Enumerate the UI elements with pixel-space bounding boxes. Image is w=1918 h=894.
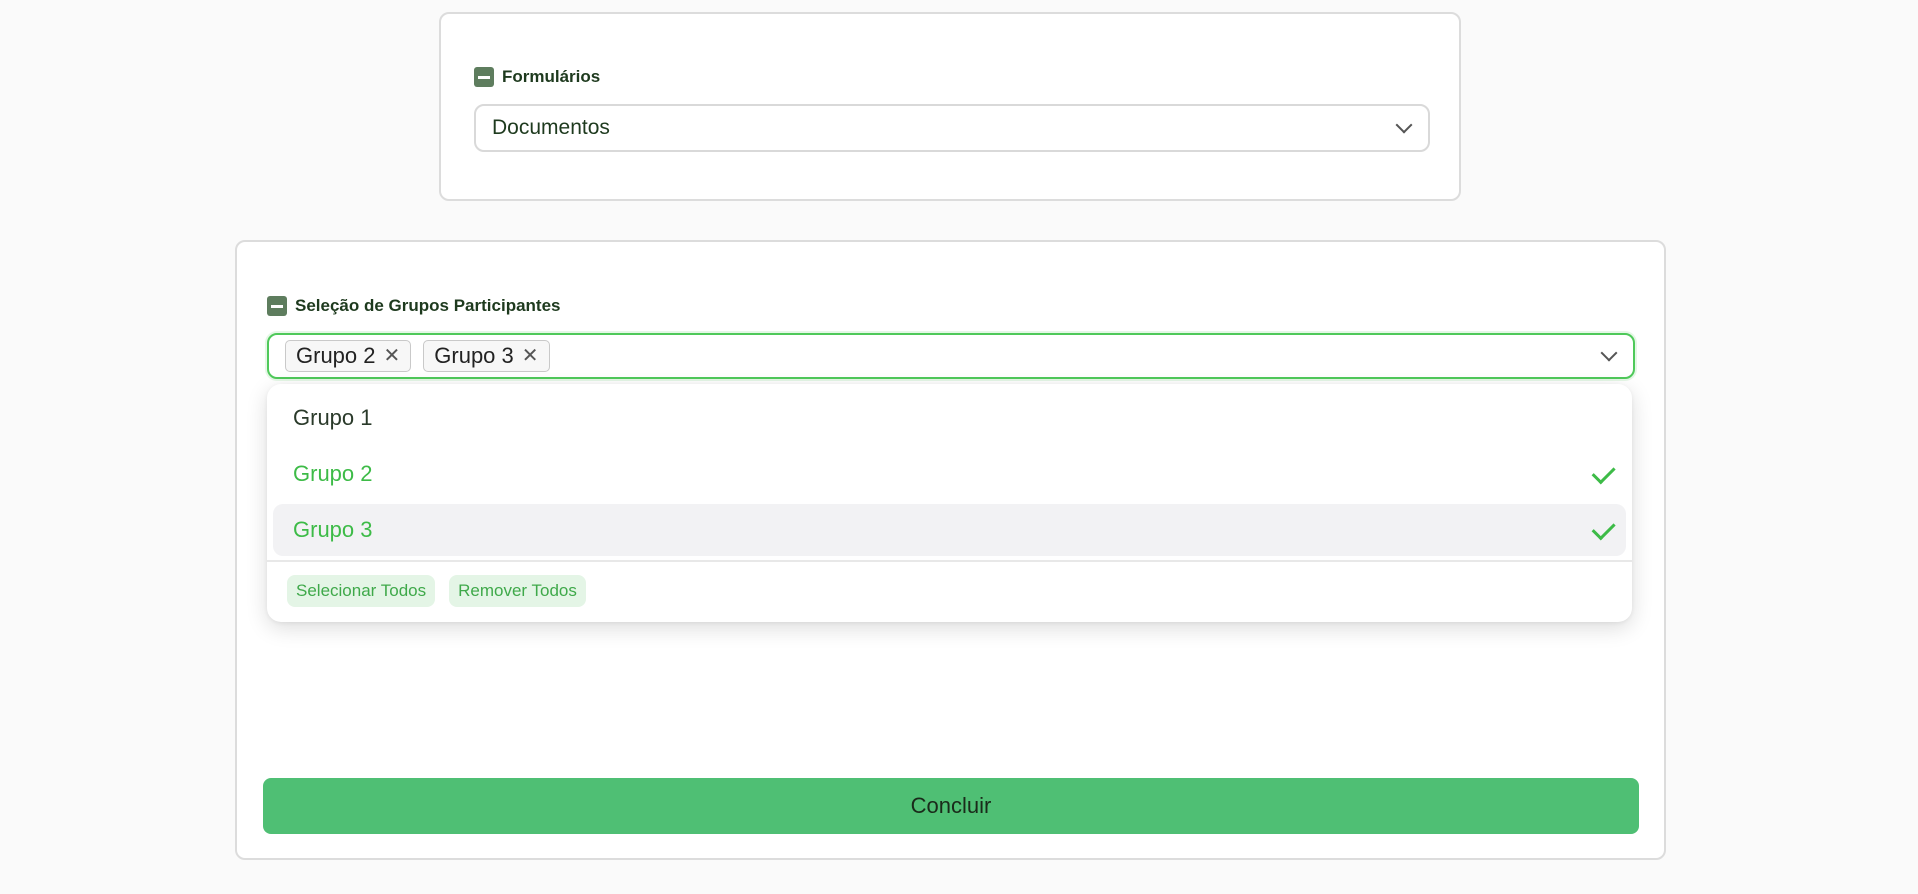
groups-section-header[interactable]: Seleção de Grupos Participantes [267,296,560,316]
select-all-button[interactable]: Selecionar Todos [287,575,436,607]
remove-tag-icon[interactable]: ✕ [522,346,539,366]
chevron-down-icon[interactable] [1600,344,1618,362]
checkmark-icon [1591,515,1616,540]
forms-section-label: Formulários [502,67,601,86]
checkmark-icon [1591,459,1616,484]
forms-card: Formulários Documentos [439,12,1461,201]
dropdown-divider [267,560,1632,562]
chevron-down-icon[interactable] [1395,116,1413,134]
submit-button[interactable]: Concluir [263,778,1639,834]
forms-select[interactable]: Documentos [474,104,1430,152]
remove-all-button[interactable]: Remover Todos [449,575,586,607]
dropdown-actions: Selecionar Todos Remover Todos [287,575,586,607]
option-label: Grupo 1 [293,405,373,430]
dropdown-option[interactable]: Grupo 3 [273,504,1626,556]
collapse-minus-icon[interactable] [474,67,494,87]
option-label: Grupo 2 [293,461,373,486]
groups-dropdown: Grupo 1 Grupo 2 Grupo 3 Selecionar Todos… [267,384,1632,622]
tag-label: Grupo 3 [434,343,514,368]
tag-label: Grupo 2 [296,343,376,368]
option-label: Grupo 3 [293,517,373,542]
forms-select-value: Documentos [492,116,610,139]
remove-tag-icon[interactable]: ✕ [384,346,401,366]
forms-section-header[interactable]: Formulários [474,67,600,87]
dropdown-option[interactable]: Grupo 2 [273,448,1626,500]
collapse-minus-icon[interactable] [267,296,287,316]
selected-tag: Grupo 3 ✕ [423,340,550,372]
dropdown-option[interactable]: Grupo 1 [273,392,1626,444]
groups-multiselect[interactable]: Grupo 2 ✕ Grupo 3 ✕ [267,333,1635,379]
groups-section-label: Seleção de Grupos Participantes [295,296,561,315]
selected-tag: Grupo 2 ✕ [285,340,412,372]
